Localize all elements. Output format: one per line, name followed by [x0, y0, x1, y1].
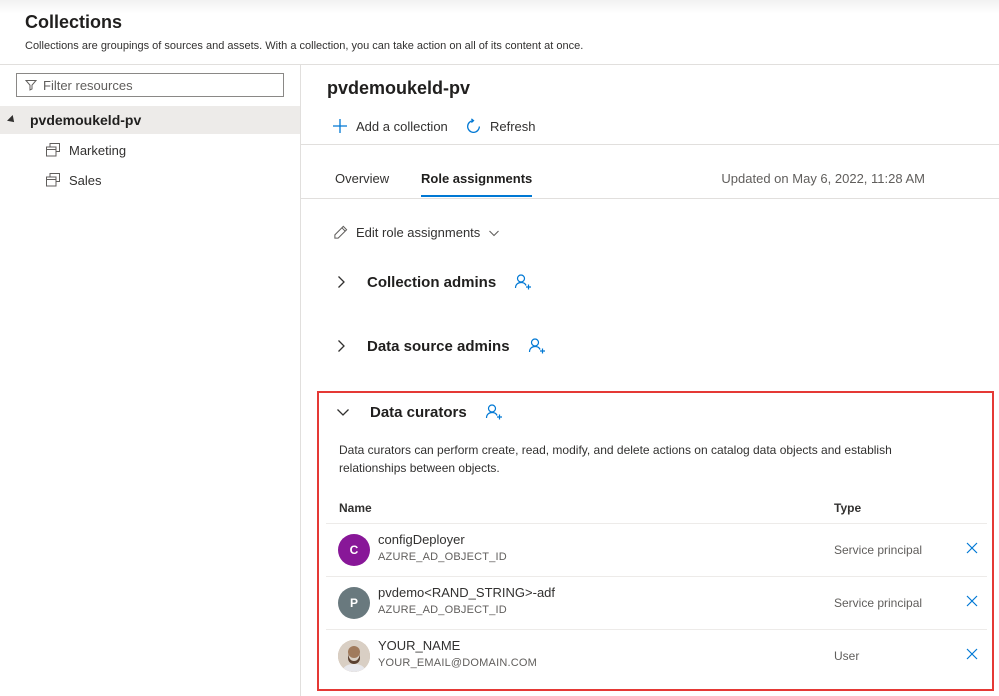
- sidebar: pvdemoukeld-pv Marketing Sales: [0, 65, 301, 696]
- column-header-type: Type: [834, 501, 862, 515]
- tree-item-label: Sales: [69, 172, 102, 188]
- updated-timestamp: Updated on May 6, 2022, 11:28 AM: [721, 171, 925, 186]
- column-header-name: Name: [339, 501, 372, 515]
- principal-type: Service principal: [834, 543, 923, 557]
- filter-input[interactable]: [43, 77, 263, 93]
- refresh-icon: [467, 118, 480, 133]
- principal-type: Service principal: [834, 596, 923, 610]
- section-title: Data curators: [370, 403, 467, 421]
- principal-name: configDeployer: [378, 532, 465, 547]
- collection-icon: [46, 173, 60, 187]
- tab-bar: Overview Role assignments Updated on May…: [301, 163, 999, 199]
- tree-item-label: pvdemoukeld-pv: [30, 112, 142, 128]
- user-photo-icon: [338, 640, 370, 672]
- table-row: C configDeployer AZURE_AD_OBJECT_ID Serv…: [326, 523, 987, 576]
- close-icon[interactable]: [966, 595, 978, 607]
- section-title: Collection admins: [367, 273, 497, 291]
- principal-id: YOUR_EMAIL@DOMAIN.COM: [378, 657, 537, 669]
- filter-box[interactable]: [16, 73, 284, 97]
- principal-type: User: [834, 649, 860, 663]
- principal-name: pvdemo<RAND_STRING>-adf: [378, 585, 556, 600]
- collection-icon: [46, 143, 60, 157]
- section-collection-admins[interactable]: Collection admins: [335, 273, 532, 291]
- page-title: Collections: [25, 12, 123, 32]
- collection-title: pvdemoukeld-pv: [327, 78, 471, 98]
- plus-icon: [333, 119, 347, 133]
- avatar: [338, 640, 370, 672]
- table-row: P pvdemo<RAND_STRING>-adf AZURE_AD_OBJEC…: [326, 576, 987, 629]
- principal-id: AZURE_AD_OBJECT_ID: [378, 604, 507, 616]
- tab-overview[interactable]: Overview: [335, 171, 389, 195]
- add-user-icon[interactable]: [514, 273, 532, 291]
- tree-item-marketing[interactable]: Marketing: [45, 140, 126, 160]
- avatar: P: [338, 587, 370, 619]
- section-title: Data source admins: [367, 337, 510, 355]
- filter-icon: [25, 80, 37, 91]
- chevron-down-icon: [489, 230, 500, 236]
- section-data-curators[interactable]: Data curators: [336, 403, 503, 421]
- avatar: C: [338, 534, 370, 566]
- add-user-icon[interactable]: [528, 337, 546, 355]
- tree-item-sales[interactable]: Sales: [45, 170, 102, 190]
- tab-role-assignments[interactable]: Role assignments: [421, 171, 533, 197]
- section-description: Data curators can perform create, read, …: [339, 443, 892, 475]
- close-icon[interactable]: [966, 542, 978, 554]
- edit-role-label: Edit role assignments: [356, 225, 481, 240]
- close-icon[interactable]: [966, 648, 978, 660]
- tree-item-label: Marketing: [69, 142, 127, 158]
- section-data-source-admins[interactable]: Data source admins: [335, 337, 546, 355]
- page-subtitle: Collections are groupings of sources and…: [25, 40, 584, 52]
- add-user-icon[interactable]: [485, 403, 503, 421]
- caret-down-icon[interactable]: [7, 115, 17, 125]
- command-bar: Add a collection Refresh: [301, 111, 999, 145]
- principal-name: YOUR_NAME: [378, 638, 461, 653]
- data-curators-panel: Data curators Data curators can perform …: [317, 391, 994, 691]
- chevron-right-icon: [338, 276, 345, 288]
- main-panel: pvdemoukeld-pv Add a collection Refresh …: [301, 65, 999, 696]
- refresh-label: Refresh: [490, 119, 536, 134]
- add-collection-button[interactable]: Add a collection: [332, 118, 448, 134]
- chevron-down-icon: [337, 409, 349, 416]
- page-header: Collections Collections are groupings of…: [0, 0, 999, 65]
- add-collection-label: Add a collection: [356, 118, 448, 134]
- edit-role-assignments-button[interactable]: Edit role assignments: [333, 225, 500, 240]
- table-row: YOUR_NAME YOUR_EMAIL@DOMAIN.COM User: [326, 629, 987, 682]
- refresh-button[interactable]: Refresh: [465, 118, 536, 135]
- principal-id: AZURE_AD_OBJECT_ID: [378, 551, 507, 563]
- tree-item-root[interactable]: pvdemoukeld-pv: [0, 106, 300, 134]
- pencil-icon: [334, 225, 348, 239]
- chevron-right-icon: [338, 340, 345, 352]
